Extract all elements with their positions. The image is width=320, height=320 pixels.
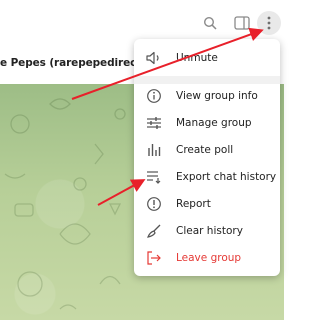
menu-item-clear-history[interactable]: Clear history: [134, 218, 280, 244]
export-list-icon: [145, 168, 163, 186]
menu-item-create-poll[interactable]: Create poll: [134, 137, 280, 163]
menu-item-unmute[interactable]: Unmute: [134, 45, 280, 71]
menu-item-manage-group[interactable]: Manage group: [134, 110, 280, 136]
more-vertical-icon[interactable]: [257, 11, 281, 35]
menu-item-view-group-info[interactable]: View group info: [134, 83, 280, 109]
sidebar-toggle-icon[interactable]: [230, 11, 254, 35]
menu-item-label: Report: [176, 198, 211, 210]
sliders-icon: [145, 114, 163, 132]
speaker-icon: [145, 49, 163, 67]
broom-icon: [145, 222, 163, 240]
chat-context-menu: Unmute View group info Manage group Crea…: [134, 39, 280, 276]
leave-icon: [145, 249, 163, 267]
search-icon[interactable]: [198, 11, 222, 35]
menu-item-leave-group[interactable]: Leave group: [134, 245, 280, 271]
menu-item-label: View group info: [176, 90, 258, 102]
menu-item-label: Export chat history: [176, 171, 277, 183]
menu-item-label: Create poll: [176, 144, 234, 156]
report-icon: [145, 195, 163, 213]
menu-item-label: Clear history: [176, 225, 243, 237]
info-icon: [145, 87, 163, 105]
poll-icon: [145, 141, 163, 159]
menu-item-report[interactable]: Report: [134, 191, 280, 217]
menu-item-label: Manage group: [176, 117, 252, 129]
menu-item-export-chat-history[interactable]: Export chat history: [134, 164, 280, 190]
menu-item-label: Leave group: [176, 252, 242, 264]
menu-item-label: Unmute: [176, 52, 218, 64]
